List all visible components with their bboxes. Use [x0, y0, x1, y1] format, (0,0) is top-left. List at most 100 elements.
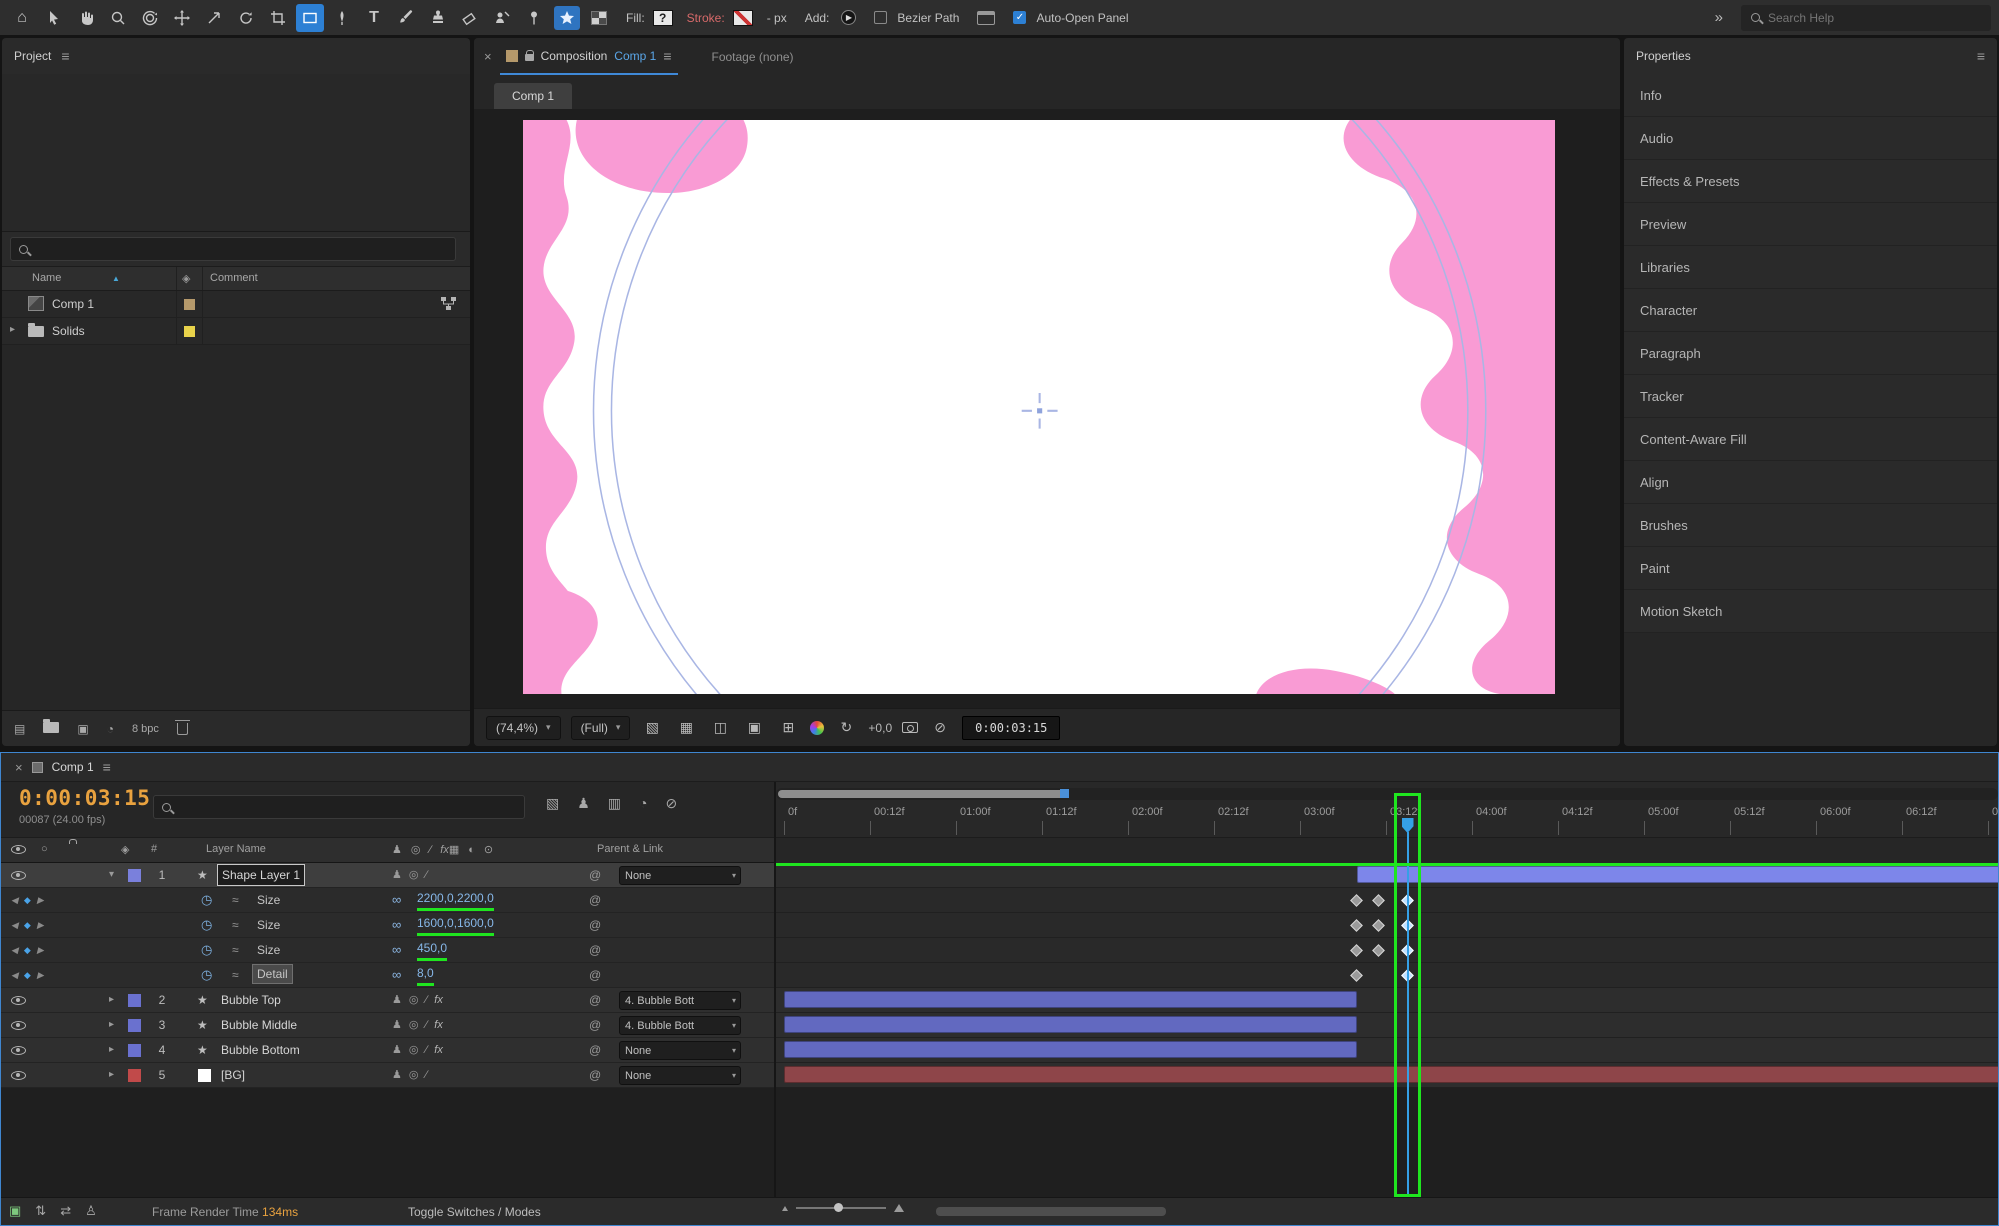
- composition-mini-flowchart-icon[interactable]: ▧: [546, 795, 559, 812]
- keyframe-icon[interactable]: [1401, 894, 1414, 907]
- stopwatch-icon[interactable]: ◷: [201, 938, 212, 962]
- pen-tool[interactable]: [328, 4, 356, 32]
- property-value[interactable]: 8,0: [417, 963, 434, 986]
- current-timecode[interactable]: 0:00:03:15: [19, 786, 150, 810]
- camera-region-tool[interactable]: [264, 4, 292, 32]
- home-tool[interactable]: ⌂: [8, 4, 36, 32]
- layer-visibility-toggle[interactable]: [11, 1046, 26, 1055]
- project-item-solids[interactable]: ▸ Solids: [2, 318, 470, 345]
- layer-switches[interactable]: ♟◎∕: [392, 1063, 434, 1087]
- parent-link-dropdown[interactable]: None▾: [619, 1066, 741, 1085]
- timeline-track-row[interactable]: [776, 1038, 1998, 1063]
- new-composition-icon[interactable]: ▣: [77, 722, 88, 736]
- zoom-out-mountain-icon[interactable]: [782, 1206, 788, 1211]
- pick-whip-icon[interactable]: @: [589, 1038, 601, 1062]
- timeline-ruler[interactable]: 0f00:12f01:00f01:12f02:00f02:12f03:00f03…: [776, 804, 1998, 837]
- tab-composition[interactable]: Composition Comp 1 ≡: [500, 38, 678, 75]
- pick-whip-icon[interactable]: @: [589, 938, 601, 962]
- properties-item-character[interactable]: Character: [1624, 289, 1997, 332]
- project-item-comp[interactable]: Comp 1: [2, 291, 470, 318]
- properties-item-motion-sketch[interactable]: Motion Sketch: [1624, 590, 1997, 633]
- comment-column-header[interactable]: Comment: [210, 272, 258, 284]
- parent-link-dropdown[interactable]: 4. Bubble Bott▾: [619, 991, 741, 1010]
- layer-visibility-toggle[interactable]: [11, 1071, 26, 1080]
- layer-visibility-toggle[interactable]: [11, 1021, 26, 1030]
- link-dimensions-icon[interactable]: ∞: [392, 938, 401, 962]
- layer-duration-bar[interactable]: [784, 991, 1357, 1008]
- timeline-track-row[interactable]: [776, 938, 1998, 963]
- add-menu-icon[interactable]: ▶: [841, 10, 856, 25]
- project-columns[interactable]: Name ▲ ◈ Comment: [2, 266, 470, 291]
- panel-menu-icon[interactable]: ≡: [61, 48, 69, 64]
- channel-color-icon[interactable]: [810, 721, 824, 735]
- bit-depth[interactable]: 8 bpc: [132, 723, 159, 735]
- properties-item-content-aware-fill[interactable]: Content-Aware Fill: [1624, 418, 1997, 461]
- properties-item-align[interactable]: Align: [1624, 461, 1997, 504]
- timeline-track-row[interactable]: [776, 863, 1998, 888]
- audio-column-icon[interactable]: ○: [41, 843, 48, 855]
- keyframe-icon[interactable]: [1372, 944, 1385, 957]
- properties-item-effects-presets[interactable]: Effects & Presets: [1624, 160, 1997, 203]
- track-area[interactable]: [776, 863, 1998, 1088]
- timeline-zoom-slider[interactable]: [782, 1204, 904, 1212]
- help-search[interactable]: [1741, 5, 1991, 31]
- resolution-dropdown[interactable]: (Full)▾: [571, 716, 631, 740]
- twirl-icon[interactable]: ▾: [109, 863, 114, 887]
- clone-stamp-tool[interactable]: [424, 4, 452, 32]
- project-item-name[interactable]: Comp 1: [52, 297, 94, 311]
- timeline-search[interactable]: [153, 795, 525, 819]
- brush-tool[interactable]: [392, 4, 420, 32]
- properties-item-tracker[interactable]: Tracker: [1624, 375, 1997, 418]
- properties-item-info[interactable]: Info: [1624, 74, 1997, 117]
- help-search-input[interactable]: [1768, 11, 1948, 25]
- keyframe-navigator[interactable]: ◀◆▶: [11, 963, 50, 987]
- new-folder-icon[interactable]: [43, 722, 59, 736]
- label-column-icon[interactable]: ◈: [121, 843, 129, 856]
- exposure-value[interactable]: +0,0: [868, 721, 892, 735]
- tool-creates-shape-button[interactable]: [554, 6, 580, 30]
- property-value[interactable]: 450,0: [417, 938, 447, 961]
- timeline-track-row[interactable]: [776, 963, 1998, 988]
- layer-color-swatch[interactable]: [128, 1019, 141, 1032]
- show-snapshot-icon[interactable]: ⊘: [928, 717, 952, 739]
- project-tab-bar[interactable]: Project ≡: [2, 38, 470, 74]
- keyframe-navigator[interactable]: ◀◆▶: [11, 913, 50, 937]
- stroke-width[interactable]: - px: [767, 11, 787, 25]
- tab-footage[interactable]: Footage (none): [686, 50, 794, 64]
- viewer-timecode[interactable]: 0:00:03:15: [962, 716, 1060, 740]
- layer-duration-bar[interactable]: [1357, 866, 1998, 883]
- timeline-layer-row[interactable]: ▸2★Bubble Top♟◎∕fx@4. Bubble Bott▾: [1, 988, 774, 1013]
- transfer-controls-icon[interactable]: ⇄: [60, 1203, 71, 1219]
- timeline-track-row[interactable]: [776, 913, 1998, 938]
- region-of-interest-icon[interactable]: ▣: [742, 717, 766, 739]
- label-swatch[interactable]: [184, 299, 195, 310]
- horizontal-scrollbar[interactable]: [936, 1207, 1166, 1216]
- keyframe-icon[interactable]: [1372, 894, 1385, 907]
- property-value[interactable]: 1600,0,1600,0: [417, 913, 494, 936]
- reset-exposure-icon[interactable]: ↻: [834, 717, 858, 739]
- properties-item-paint[interactable]: Paint: [1624, 547, 1997, 590]
- layer-switches[interactable]: ♟◎∕: [392, 863, 434, 887]
- switches-column-icons[interactable]: ♟◎∕fx▦◐⊙: [392, 843, 502, 856]
- toolbar-overflow[interactable]: »: [1715, 9, 1723, 26]
- bezier-path-checkbox[interactable]: [874, 11, 887, 24]
- timeline-search-input[interactable]: [178, 800, 516, 815]
- motion-blur-icon[interactable]: ⊘: [666, 795, 678, 812]
- project-tab[interactable]: Project: [14, 49, 51, 63]
- layer-name[interactable]: Shape Layer 1: [217, 864, 305, 886]
- transparency-grid-icon[interactable]: ▦: [674, 717, 698, 739]
- type-tool[interactable]: T: [360, 4, 388, 32]
- project-search-input[interactable]: [35, 242, 447, 257]
- timeline-track-row[interactable]: [776, 988, 1998, 1013]
- keyframe-icon[interactable]: [1401, 944, 1414, 957]
- properties-item-brushes[interactable]: Brushes: [1624, 504, 1997, 547]
- zoom-slider-handle[interactable]: [834, 1203, 843, 1212]
- timeline-tab[interactable]: Comp 1: [52, 760, 94, 774]
- layer-name-column-header[interactable]: Layer Name: [206, 843, 266, 855]
- pick-whip-icon[interactable]: @: [589, 913, 601, 937]
- layer-switches[interactable]: ♟◎∕fx: [392, 1013, 443, 1037]
- timeline-track-row[interactable]: [776, 888, 1998, 913]
- time-navigator[interactable]: [776, 788, 1998, 800]
- panel-divider[interactable]: [774, 782, 776, 1197]
- name-column-header[interactable]: Name: [32, 272, 61, 284]
